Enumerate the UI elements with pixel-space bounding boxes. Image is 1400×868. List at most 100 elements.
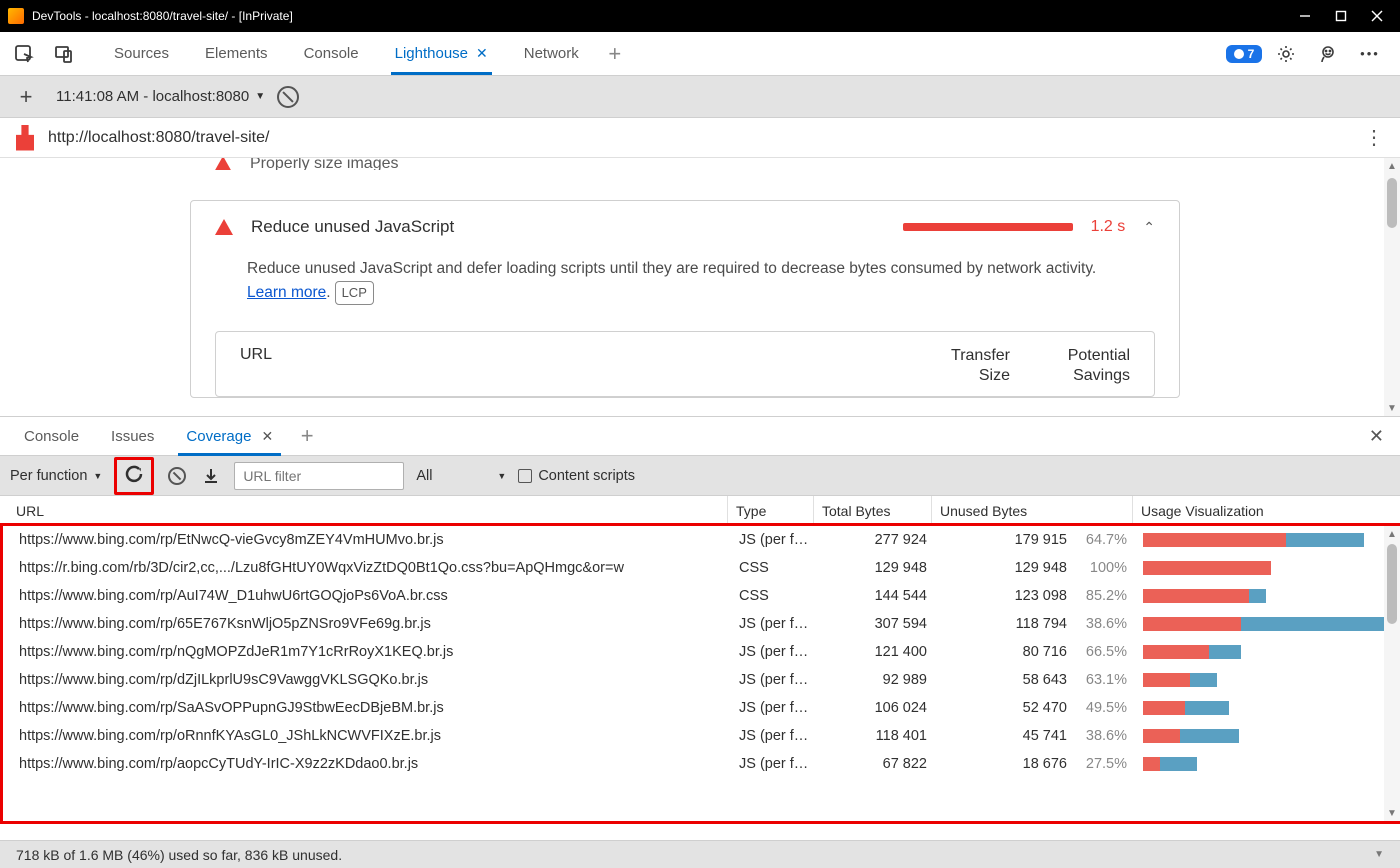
- minimize-button[interactable]: [1296, 7, 1314, 25]
- cell-viz: [1135, 701, 1397, 715]
- inspect-icon[interactable]: [12, 42, 36, 66]
- more-icon[interactable]: •••: [1356, 42, 1384, 66]
- col-viz[interactable]: Usage Visualization: [1133, 496, 1400, 525]
- clear-icon[interactable]: [277, 86, 299, 108]
- cell-type: CSS: [731, 588, 817, 604]
- drawer-add-tab[interactable]: +: [289, 423, 325, 449]
- warning-icon: [214, 158, 232, 170]
- close-button[interactable]: [1368, 7, 1386, 25]
- cell-viz: [1135, 729, 1397, 743]
- cell-viz: [1135, 561, 1397, 575]
- drawer-tab-coverage[interactable]: Coverage✕: [170, 417, 289, 455]
- table-row[interactable]: https://www.bing.com/rp/nQgMOPZdJeR1m7Y1…: [3, 638, 1397, 666]
- cell-pct: 85.2%: [1075, 588, 1135, 604]
- cell-pct: 64.7%: [1075, 532, 1135, 548]
- coverage-scrollbar[interactable]: ▲ ▼: [1384, 526, 1400, 821]
- issues-badge[interactable]: 7: [1230, 42, 1258, 66]
- cell-url: https://www.bing.com/rp/aopcCyTUdY-IrIC-…: [11, 756, 731, 772]
- new-report-button[interactable]: +: [8, 84, 44, 110]
- feedback-icon[interactable]: [1314, 42, 1342, 66]
- export-icon[interactable]: [200, 465, 222, 487]
- cell-unused: 80 716: [935, 644, 1075, 660]
- cell-type: JS (per f…: [731, 700, 817, 716]
- drawer-tab-issues[interactable]: Issues: [95, 417, 170, 455]
- cell-type: JS (per f…: [731, 756, 817, 772]
- cell-viz: [1135, 533, 1397, 547]
- table-row[interactable]: https://www.bing.com/rp/EtNwcQ-vieGvcy8m…: [3, 526, 1397, 554]
- report-url: http://localhost:8080/travel-site/: [48, 129, 1350, 147]
- audit-description: Reduce unused JavaScript and defer loadi…: [191, 253, 1179, 323]
- table-row[interactable]: https://www.bing.com/rp/65E767KsnWljO5pZ…: [3, 610, 1397, 638]
- chevron-up-icon[interactable]: ⌃: [1143, 219, 1155, 236]
- warning-icon: [215, 219, 233, 235]
- status-bar: 718 kB of 1.6 MB (46%) used so far, 836 …: [0, 840, 1400, 868]
- col-total[interactable]: Total Bytes: [814, 496, 932, 525]
- cell-total: 129 948: [817, 560, 935, 576]
- cell-pct: 38.6%: [1075, 616, 1135, 632]
- content-scripts-checkbox[interactable]: Content scripts: [518, 468, 635, 484]
- tab-console[interactable]: Console: [286, 32, 377, 75]
- cell-viz: [1135, 617, 1397, 631]
- status-text: 718 kB of 1.6 MB (46%) used so far, 836 …: [16, 847, 342, 863]
- report-menu-icon[interactable]: ⋮: [1364, 125, 1384, 150]
- cell-url: https://www.bing.com/rp/65E767KsnWljO5pZ…: [11, 616, 731, 632]
- device-toggle-icon[interactable]: [52, 42, 76, 66]
- cell-total: 92 989: [817, 672, 935, 688]
- audit-row-prev[interactable]: Properly size images: [190, 158, 1180, 170]
- drawer-tab-console[interactable]: Console: [8, 417, 95, 455]
- table-row[interactable]: https://www.bing.com/rp/dZjILkprlU9sC9Va…: [3, 666, 1397, 694]
- table-row[interactable]: https://r.bing.com/rb/3D/cir2,cc,.../Lzu…: [3, 554, 1397, 582]
- cell-pct: 49.5%: [1075, 700, 1135, 716]
- app-icon: [8, 8, 24, 24]
- reload-button[interactable]: [114, 457, 154, 495]
- cell-pct: 38.6%: [1075, 728, 1135, 744]
- audit-card: Reduce unused JavaScript 1.2 s ⌃ Reduce …: [190, 200, 1180, 398]
- cell-unused: 45 741: [935, 728, 1075, 744]
- table-row[interactable]: https://www.bing.com/rp/oRnnfKYAsGL0_JSh…: [3, 722, 1397, 750]
- add-tab-button[interactable]: +: [597, 32, 633, 75]
- tab-network[interactable]: Network: [506, 32, 597, 75]
- drawer-close-button[interactable]: ✕: [1361, 426, 1392, 447]
- lighthouse-report: Properly size images Reduce unused JavaS…: [0, 158, 1400, 416]
- col-type[interactable]: Type: [728, 496, 814, 525]
- audit-time: 1.2 s: [1091, 218, 1126, 236]
- cell-url: https://www.bing.com/rp/dZjILkprlU9sC9Va…: [11, 672, 731, 688]
- main-tabs: Sources Elements Console Lighthouse✕ Net…: [0, 32, 1400, 76]
- settings-icon[interactable]: [1272, 42, 1300, 66]
- table-row[interactable]: https://www.bing.com/rp/AuI74W_D1uhwU6rt…: [3, 582, 1397, 610]
- tab-lighthouse[interactable]: Lighthouse✕: [377, 32, 506, 75]
- cell-pct: 27.5%: [1075, 756, 1135, 772]
- url-bar: http://localhost:8080/travel-site/ ⋮: [0, 118, 1400, 158]
- cell-viz: [1135, 673, 1397, 687]
- col-url: URL: [240, 346, 890, 386]
- tab-elements[interactable]: Elements: [187, 32, 286, 75]
- cell-viz: [1135, 589, 1397, 603]
- report-selector[interactable]: 11:41:08 AM - localhost:8080▼: [56, 88, 265, 105]
- cell-unused: 58 643: [935, 672, 1075, 688]
- maximize-button[interactable]: [1332, 7, 1350, 25]
- lighthouse-icon: [16, 125, 34, 151]
- coverage-mode-select[interactable]: Per function▼: [10, 468, 102, 484]
- table-row[interactable]: https://www.bing.com/rp/aopcCyTUdY-IrIC-…: [3, 750, 1397, 778]
- audit-header[interactable]: Reduce unused JavaScript 1.2 s ⌃: [191, 201, 1179, 253]
- learn-more-link[interactable]: Learn more: [247, 284, 326, 301]
- url-filter-input[interactable]: [234, 462, 404, 490]
- cell-type: CSS: [731, 560, 817, 576]
- table-row[interactable]: /mapcontrol?callback=GetMap&key=Ap_eazGg…: [3, 778, 1397, 784]
- clear-coverage-icon[interactable]: [166, 465, 188, 487]
- tab-sources[interactable]: Sources: [96, 32, 187, 75]
- cell-type: JS (per f…: [731, 616, 817, 632]
- table-row[interactable]: https://www.bing.com/rp/SaASvOPPupnGJ9St…: [3, 694, 1397, 722]
- cell-total: 118 401: [817, 728, 935, 744]
- report-scrollbar[interactable]: ▲ ▼: [1384, 158, 1400, 416]
- cell-unused: 179 915: [935, 532, 1075, 548]
- cell-viz: [1135, 645, 1397, 659]
- window-titlebar: DevTools - localhost:8080/travel-site/ -…: [0, 0, 1400, 32]
- cell-url: https://www.bing.com/rp/nQgMOPZdJeR1m7Y1…: [11, 644, 731, 660]
- close-icon[interactable]: ✕: [476, 45, 488, 62]
- type-filter-select[interactable]: All▼: [416, 468, 506, 484]
- col-url[interactable]: URL: [8, 496, 728, 525]
- drawer-tabs: Console Issues Coverage✕ + ✕: [0, 416, 1400, 456]
- col-unused[interactable]: Unused Bytes: [932, 496, 1133, 525]
- close-icon[interactable]: ✕: [261, 428, 273, 445]
